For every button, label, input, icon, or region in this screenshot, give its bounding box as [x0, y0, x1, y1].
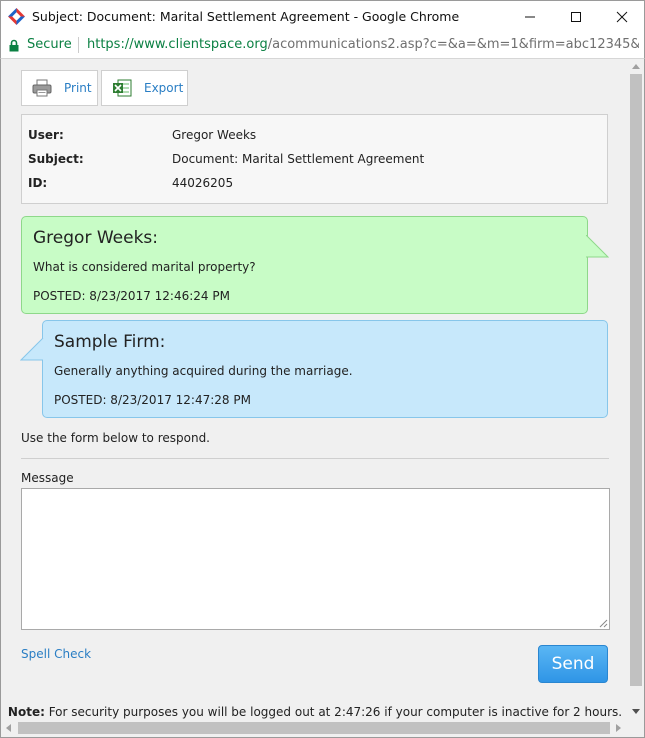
- print-label: Print: [64, 81, 92, 95]
- printer-icon: [32, 79, 52, 97]
- export-label: Export: [144, 81, 184, 95]
- address-bar[interactable]: Secure https://www.clientspace.org/acomm…: [0, 32, 645, 59]
- bubble-tail-left: [20, 338, 44, 361]
- send-button[interactable]: Send: [538, 645, 608, 683]
- message-timestamp: POSTED: 8/23/2017 12:47:28 PM: [54, 393, 251, 407]
- scroll-left-icon[interactable]: [6, 724, 11, 732]
- bubble-tail-right: [586, 235, 610, 258]
- maximize-icon: [571, 12, 581, 22]
- security-note: Note: For security purposes you will be …: [1, 705, 628, 719]
- url-path: /acommunications2.asp?c=&a=&m=1&firm=abc…: [267, 37, 639, 52]
- scroll-down-icon[interactable]: [632, 709, 640, 714]
- spell-check-link[interactable]: Spell Check: [21, 647, 91, 661]
- message-text: Generally anything acquired during the m…: [54, 364, 353, 378]
- divider: [21, 458, 609, 459]
- window-title: Subject: Document: Marital Settlement Ag…: [32, 9, 460, 24]
- maximize-button[interactable]: [553, 1, 599, 33]
- horizontal-scrollbar[interactable]: [0, 719, 645, 738]
- secure-label[interactable]: Secure: [27, 37, 72, 52]
- message-bubble-firm: Sample Firm: Generally anything acquired…: [42, 320, 608, 418]
- vertical-scrollbar[interactable]: [628, 59, 645, 719]
- vertical-scroll-thumb[interactable]: [630, 74, 642, 686]
- message-text: What is considered marital property?: [33, 260, 256, 274]
- note-text: For security purposes you will be logged…: [44, 705, 623, 719]
- id-value: 44026205: [172, 176, 234, 190]
- note-label: Note:: [7, 705, 45, 719]
- lock-icon: [9, 39, 19, 52]
- user-label: User:: [28, 128, 64, 142]
- window-titlebar: Subject: Document: Marital Settlement Ag…: [0, 0, 645, 32]
- page-content: Print Export User: Gregor Weeks Subject:…: [0, 59, 628, 719]
- resize-grip-icon[interactable]: [598, 618, 608, 628]
- url-text[interactable]: https://www.clientspace.org/acommunicati…: [87, 37, 639, 52]
- message-bubble-client: Gregor Weeks: What is considered marital…: [21, 216, 588, 314]
- message-label: Message: [21, 471, 74, 485]
- message-author: Gregor Weeks:: [33, 228, 158, 248]
- id-label: ID:: [28, 176, 48, 190]
- app-logo-icon: [8, 8, 25, 25]
- info-panel: User: Gregor Weeks Subject: Document: Ma…: [21, 114, 608, 204]
- url-host: https://www.clientspace.org: [87, 37, 268, 52]
- scroll-up-icon[interactable]: [632, 64, 640, 69]
- print-button[interactable]: Print: [21, 70, 98, 106]
- subject-value: Document: Marital Settlement Agreement: [172, 152, 425, 166]
- minimize-icon: [525, 16, 535, 18]
- message-textarea[interactable]: [21, 488, 610, 630]
- close-icon: [616, 11, 628, 23]
- export-button[interactable]: Export: [101, 70, 188, 106]
- close-button[interactable]: [599, 1, 645, 33]
- message-timestamp: POSTED: 8/23/2017 12:46:24 PM: [33, 289, 230, 303]
- minimize-button[interactable]: [507, 1, 553, 33]
- address-separator: [78, 37, 79, 53]
- scroll-right-icon[interactable]: [616, 724, 621, 732]
- excel-icon: [113, 79, 132, 97]
- horizontal-scroll-thumb[interactable]: [18, 722, 610, 734]
- respond-hint: Use the form below to respond.: [21, 431, 210, 445]
- message-author: Sample Firm:: [54, 332, 166, 352]
- subject-label: Subject:: [28, 152, 84, 166]
- user-value: Gregor Weeks: [172, 128, 257, 142]
